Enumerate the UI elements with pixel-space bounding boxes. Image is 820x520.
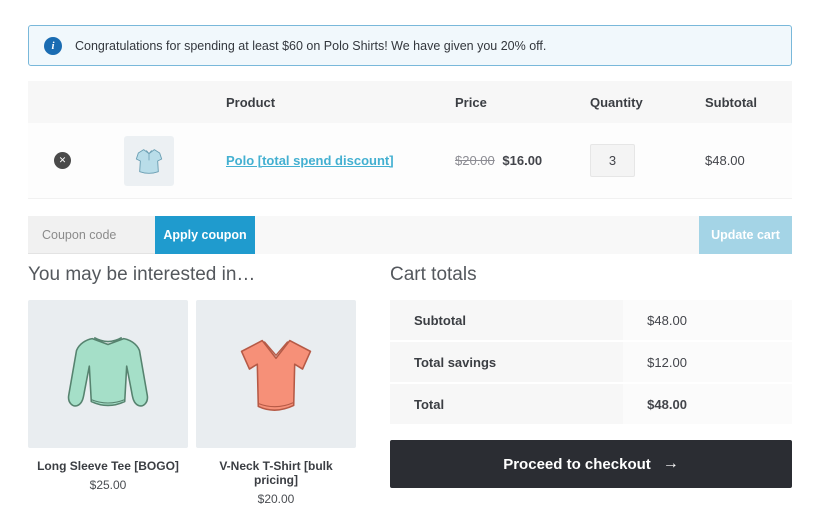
totals-label: Subtotal bbox=[390, 300, 623, 342]
totals-value: $48.00 bbox=[623, 384, 792, 426]
price-column-header: Price bbox=[455, 95, 590, 110]
v-neck-tshirt-image[interactable] bbox=[196, 300, 356, 448]
totals-label: Total bbox=[390, 384, 623, 426]
totals-row-total: Total $48.00 bbox=[390, 384, 792, 426]
subtotal-cell: $48.00 bbox=[705, 153, 792, 168]
cart-totals-table: Subtotal $48.00 Total savings $12.00 Tot… bbox=[390, 300, 792, 426]
subtotal-column-header: Subtotal bbox=[705, 95, 792, 110]
totals-row-subtotal: Subtotal $48.00 bbox=[390, 300, 792, 342]
remove-item-button[interactable]: ✕ bbox=[54, 152, 71, 169]
long-sleeve-tee-image[interactable] bbox=[28, 300, 188, 448]
notice-text: Congratulations for spending at least $6… bbox=[75, 39, 546, 53]
v-neck-tshirt-icon bbox=[214, 315, 338, 433]
totals-value: $12.00 bbox=[623, 342, 792, 384]
totals-value: $48.00 bbox=[623, 300, 792, 342]
checkout-label: Proceed to checkout bbox=[503, 456, 651, 473]
cross-sell-card-long-sleeve: Long Sleeve Tee [BOGO] $25.00 bbox=[28, 300, 188, 506]
long-sleeve-tee-icon bbox=[46, 315, 170, 433]
arrow-right-icon: → bbox=[663, 455, 679, 473]
cart-table: Product Price Quantity Subtotal ✕ bbox=[28, 81, 792, 254]
apply-coupon-button[interactable]: Apply coupon bbox=[155, 216, 255, 254]
cross-sell-name[interactable]: Long Sleeve Tee [BOGO] bbox=[28, 459, 188, 473]
totals-label: Total savings bbox=[390, 342, 623, 384]
sale-price: $16.00 bbox=[502, 153, 542, 168]
cart-table-header: Product Price Quantity Subtotal bbox=[28, 81, 792, 123]
product-link[interactable]: Polo [total spend discount] bbox=[226, 153, 394, 168]
discount-notice: i Congratulations for spending at least … bbox=[28, 25, 792, 66]
quantity-cell bbox=[590, 144, 705, 177]
regular-price: $20.00 bbox=[455, 153, 495, 168]
cart-item-row: ✕ Polo [total spend discount] $20.00 $16… bbox=[28, 123, 792, 199]
cross-sell-name[interactable]: V-Neck T-Shirt [bulk pricing] bbox=[196, 459, 356, 487]
price-cell: $20.00 $16.00 bbox=[455, 153, 590, 168]
cross-sell-price: $25.00 bbox=[28, 478, 188, 492]
update-cart-button[interactable]: Update cart bbox=[699, 216, 792, 254]
cart-totals-heading: Cart totals bbox=[390, 264, 792, 286]
info-icon: i bbox=[44, 37, 62, 55]
cart-totals-section: Cart totals Subtotal $48.00 Total saving… bbox=[390, 264, 792, 506]
cross-sell-products: Long Sleeve Tee [BOGO] $25.00 V-Neck T-S… bbox=[28, 300, 356, 506]
cross-sells-section: You may be interested in… Long Sleeve Te… bbox=[28, 264, 356, 506]
cart-page: i Congratulations for spending at least … bbox=[0, 0, 820, 506]
bottom-section: You may be interested in… Long Sleeve Te… bbox=[28, 264, 792, 506]
proceed-to-checkout-button[interactable]: Proceed to checkout → bbox=[390, 440, 792, 488]
cross-sells-heading: You may be interested in… bbox=[28, 264, 356, 286]
cart-actions-bar: Apply coupon Update cart bbox=[28, 216, 792, 254]
remove-x-icon: ✕ bbox=[59, 152, 67, 169]
product-thumbnail[interactable] bbox=[124, 136, 174, 186]
polo-shirt-icon bbox=[129, 141, 169, 181]
remove-cell: ✕ bbox=[28, 152, 92, 169]
cross-sell-card-v-neck: V-Neck T-Shirt [bulk pricing] $20.00 bbox=[196, 300, 356, 506]
thumbnail-cell bbox=[92, 136, 202, 186]
cross-sell-price: $20.00 bbox=[196, 492, 356, 506]
product-column-header: Product bbox=[202, 95, 455, 110]
totals-row-savings: Total savings $12.00 bbox=[390, 342, 792, 384]
quantity-input[interactable] bbox=[590, 144, 635, 177]
quantity-column-header: Quantity bbox=[590, 95, 705, 110]
product-cell: Polo [total spend discount] bbox=[202, 152, 455, 170]
coupon-code-input[interactable] bbox=[28, 216, 155, 254]
